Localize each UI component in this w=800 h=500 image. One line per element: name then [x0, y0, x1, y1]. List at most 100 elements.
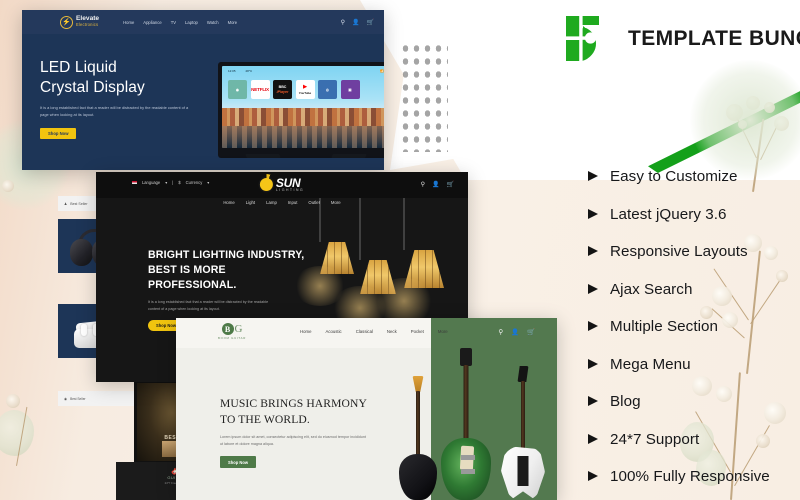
user-icon: ♟: [64, 201, 68, 206]
feature-item: 100% Fully Responsive: [588, 458, 800, 496]
lighting-logo[interactable]: SUN LIGHTING: [255, 174, 304, 196]
menu-item[interactable]: Home: [223, 200, 234, 205]
screenshot-stage: TEMPLATE BUNCH Easy to Customize Latest …: [0, 0, 800, 500]
triangle-right-arrow-icon: [588, 320, 600, 333]
guitar-shop-now-button[interactable]: Shop Now: [220, 456, 257, 468]
guitar-logo-b: B: [221, 323, 234, 335]
tv-app-tile-netflix: NETFLIX: [250, 80, 270, 99]
electronics-heading: LED Liquid Crystal Display: [40, 59, 145, 97]
brand-header: TEMPLATE BUNCH: [566, 14, 800, 63]
guitar-logo-g: G: [234, 322, 243, 335]
feature-item: Mega Menu: [588, 346, 800, 384]
feature-label: Latest jQuery 3.6: [610, 205, 727, 223]
feature-label: 24*7 Support: [610, 430, 700, 448]
triangle-right-arrow-icon: [588, 208, 600, 221]
search-icon[interactable]: ⚲: [341, 19, 345, 26]
lighting-heading: BRIGHT LIGHTING INDUSTRY, BEST IS MORE P…: [148, 248, 308, 293]
lighting-nav-icons[interactable]: ⚲ 👤 🛒: [421, 181, 454, 188]
guitar-logo[interactable]: B G BOOM GUITAR: [218, 323, 246, 340]
tv-app-tile-youtube: ▶ YouTube: [295, 80, 315, 99]
sun-icon: [255, 174, 277, 196]
triangle-right-arrow-icon: [588, 170, 600, 183]
menu-item[interactable]: Light: [246, 200, 255, 205]
currency-selector[interactable]: Currency: [186, 180, 203, 185]
electronics-nav-icons[interactable]: ⚲ 👤 🛒: [341, 19, 374, 26]
search-icon[interactable]: ⚲: [421, 181, 425, 188]
flag-icon: [132, 180, 137, 185]
chevron-down-icon: ▾: [165, 180, 168, 185]
triangle-right-arrow-icon: [588, 358, 600, 371]
triangle-right-arrow-icon: [588, 470, 600, 483]
product-chip-label: Best Seller: [70, 201, 88, 206]
decorative-dot-grid: [400, 42, 448, 152]
divider: |: [172, 180, 174, 185]
tv-harbour-scene: [222, 108, 384, 148]
lighting-locale-selectors[interactable]: Language ▾ | $ Currency ▾: [132, 180, 209, 185]
feature-label: Multiple Section: [610, 318, 719, 336]
electronics-shop-now-button[interactable]: Shop Now: [40, 127, 77, 140]
wifi-icon: 📶: [380, 68, 384, 73]
feature-item: Responsive Layouts: [588, 233, 800, 271]
menu-item[interactable]: Home: [123, 20, 134, 25]
lighting-heading-line2: BEST IS MORE PROFESSIONAL.: [148, 264, 237, 292]
guitar-heading: MUSIC BRINGS HARMONY TO THE WORLD.: [220, 396, 396, 427]
tv-app-tiles: ◉ NETFLIX BBC iPlayer ▶ YouTube ◎ ▣: [228, 80, 360, 99]
guitar-logo-sub: BOOM GUITAR: [218, 336, 247, 340]
electronics-logo-line2: Electronics: [76, 22, 99, 28]
mockup-electronics-site[interactable]: ⚡ Elevate Electronics Home Appliance TV …: [22, 10, 384, 170]
cart-icon[interactable]: 🛒: [367, 19, 374, 26]
tv-status-bar: 12:05 28°C 📶: [222, 66, 384, 75]
account-icon[interactable]: 👤: [352, 19, 359, 26]
feature-item: Multiple Section: [588, 308, 800, 346]
cart-icon[interactable]: 🛒: [447, 181, 454, 188]
feature-label: Mega Menu: [610, 355, 691, 373]
menu-item[interactable]: TV: [171, 20, 176, 25]
guitar-electric-white: [500, 366, 546, 500]
mockup-guitar-site[interactable]: B G BOOM GUITAR Home Acoustic Classical …: [176, 318, 557, 500]
menu-item[interactable]: Classical: [356, 329, 373, 334]
menu-item[interactable]: Lamp: [266, 200, 277, 205]
guitar-heading-line2: TO THE WORLD.: [220, 412, 310, 426]
menu-item[interactable]: Appliance: [143, 20, 161, 25]
lighting-paragraph: It is a long established fact that a rea…: [148, 300, 269, 311]
lightning-bolt-badge-icon: ⚡: [60, 15, 73, 29]
electronics-menu[interactable]: Home Appliance TV Laptop Watch More: [123, 20, 237, 25]
guitar-bass-black: [398, 376, 438, 500]
triangle-right-arrow-icon: [588, 245, 600, 258]
account-icon[interactable]: 👤: [432, 181, 439, 188]
language-selector[interactable]: Language: [142, 180, 160, 185]
feature-item: Blog: [588, 383, 800, 421]
triangle-right-arrow-icon: [588, 283, 600, 296]
menu-item[interactable]: Watch: [207, 20, 219, 25]
lighting-heading-line1: BRIGHT LIGHTING INDUSTRY,: [148, 249, 305, 261]
tv-app-tile: ▣: [340, 80, 360, 99]
guitar-heading-line1: MUSIC BRINGS HARMONY: [220, 397, 367, 410]
tag-icon: ◉: [64, 396, 68, 401]
menu-item[interactable]: Acoustic: [325, 329, 341, 334]
feature-label: Easy to Customize: [610, 168, 738, 186]
electronics-logo[interactable]: ⚡ Elevate Electronics: [60, 15, 99, 29]
feature-label: Blog: [610, 393, 641, 411]
feature-item: Latest jQuery 3.6: [588, 196, 800, 234]
tv-app-tile: ◎: [318, 80, 337, 99]
brand-name: TEMPLATE BUNCH: [628, 26, 800, 50]
triangle-right-arrow-icon: [588, 395, 600, 408]
tv-app-tile-bbc: BBC iPlayer: [273, 80, 292, 99]
feature-list: Easy to Customize Latest jQuery 3.6 Resp…: [588, 158, 800, 496]
template-bunch-logo-icon: [566, 14, 615, 63]
guitars-product-image: [398, 334, 548, 500]
guitar-hero: MUSIC BRINGS HARMONY TO THE WORLD. Lorem…: [220, 396, 396, 469]
television-product-image: 12:05 28°C 📶 ◉ NETFLIX BBC iPlayer ▶ YouTu…: [218, 62, 384, 158]
menu-item[interactable]: Home: [300, 329, 311, 334]
menu-item[interactable]: Laptop: [185, 20, 198, 25]
feature-label: 100% Fully Responsive: [610, 468, 770, 486]
menu-item[interactable]: Neck: [387, 329, 397, 334]
feature-label: Responsive Layouts: [610, 243, 748, 261]
electronics-navbar: ⚡ Elevate Electronics Home Appliance TV …: [22, 10, 384, 34]
menu-item[interactable]: More: [228, 20, 238, 25]
tv-stand: [245, 148, 367, 158]
product-chip-bottom-label: Best Seller: [70, 396, 86, 401]
electronics-hero: LED Liquid Crystal Display It is a long e…: [40, 58, 190, 140]
feature-item: Ajax Search: [588, 271, 800, 309]
feature-item: 24*7 Support: [588, 421, 800, 459]
